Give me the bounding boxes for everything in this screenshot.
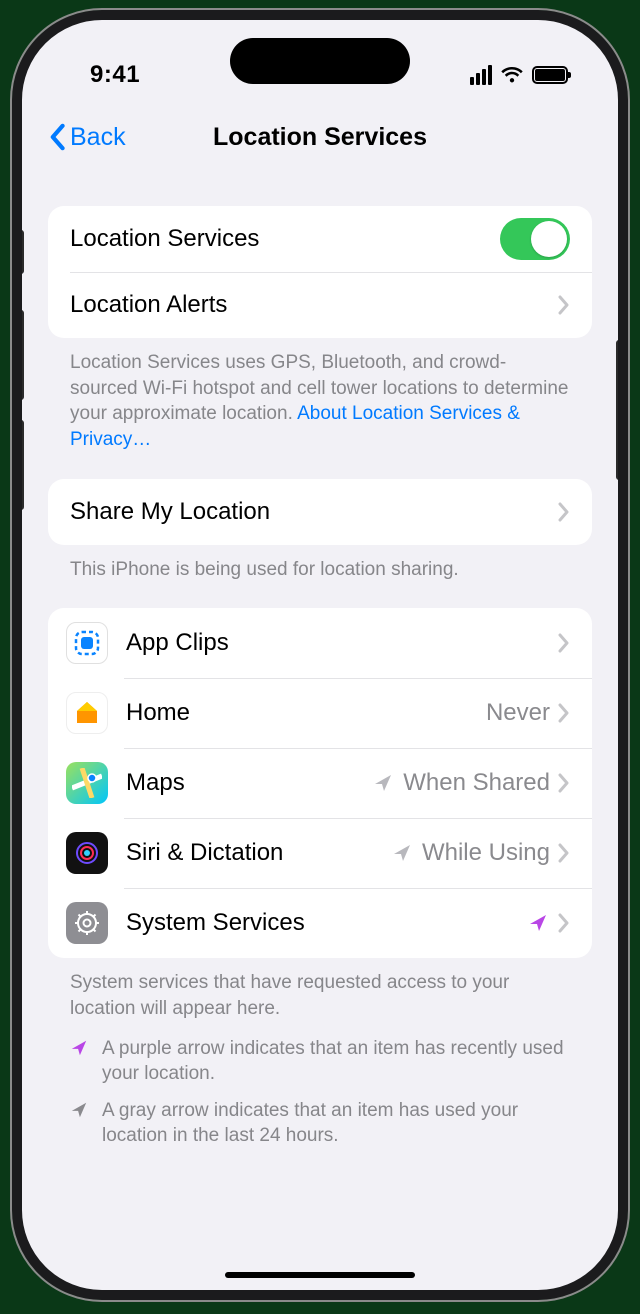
status-time: 9:41 [90, 61, 140, 89]
location-arrow-purple-icon [528, 913, 548, 933]
wifi-icon [500, 65, 524, 85]
app-value: Never [486, 699, 550, 727]
app-name: App Clips [126, 629, 558, 657]
location-arrow-gray-icon [373, 773, 393, 793]
nav-bar: Back Location Services [48, 102, 592, 172]
row-label: Share My Location [70, 498, 558, 526]
status-indicators [470, 65, 568, 85]
legend-purple: A purple arrow indicates that an item ha… [48, 1031, 592, 1092]
siri-icon [66, 832, 108, 874]
home-indicator[interactable] [225, 1272, 415, 1278]
row-app-clips[interactable]: App Clips [48, 608, 592, 678]
row-siri[interactable]: Siri & Dictation While Using [48, 818, 592, 888]
cellular-icon [470, 65, 492, 85]
legend-gray: A gray arrow indicates that an item has … [48, 1093, 592, 1154]
row-location-alerts[interactable]: Location Alerts [48, 272, 592, 338]
chevron-right-icon [558, 295, 570, 315]
page-title: Location Services [48, 123, 592, 152]
row-maps[interactable]: Maps When Shared [48, 748, 592, 818]
app-clips-icon [66, 622, 108, 664]
row-share-my-location[interactable]: Share My Location [48, 479, 592, 545]
gear-icon [66, 902, 108, 944]
iphone-frame: 9:41 Back Location Services Location Ser… [12, 10, 628, 1300]
legend-text: A purple arrow indicates that an item ha… [102, 1037, 570, 1086]
location-arrow-gray-icon [70, 1099, 88, 1148]
group-share-location: Share My Location [48, 479, 592, 545]
app-name: System Services [126, 909, 528, 937]
chevron-right-icon [558, 843, 570, 863]
row-location-services[interactable]: Location Services [48, 206, 592, 272]
apps-footer: System services that have requested acce… [48, 958, 592, 1021]
home-icon [66, 692, 108, 734]
chevron-right-icon [558, 633, 570, 653]
app-value: While Using [422, 839, 550, 867]
dynamic-island [230, 38, 410, 84]
group-apps: App Clips Home Never Maps When Shared [48, 608, 592, 958]
location-services-description: Location Services uses GPS, Bluetooth, a… [48, 338, 592, 453]
chevron-right-icon [558, 773, 570, 793]
chevron-right-icon [558, 913, 570, 933]
row-home[interactable]: Home Never [48, 678, 592, 748]
maps-icon [66, 762, 108, 804]
chevron-right-icon [558, 703, 570, 723]
group-location-services: Location Services Location Alerts [48, 206, 592, 338]
location-arrow-purple-icon [70, 1037, 88, 1086]
location-arrow-gray-icon [392, 843, 412, 863]
legend-text: A gray arrow indicates that an item has … [102, 1099, 570, 1148]
app-value: When Shared [403, 769, 550, 797]
app-name: Maps [126, 769, 373, 797]
share-location-footer: This iPhone is being used for location s… [48, 545, 592, 583]
row-label: Location Alerts [70, 291, 558, 319]
app-name: Siri & Dictation [126, 839, 392, 867]
row-label: Location Services [70, 225, 500, 253]
app-name: Home [126, 699, 486, 727]
chevron-right-icon [558, 502, 570, 522]
location-services-toggle[interactable] [500, 218, 570, 260]
row-system-services[interactable]: System Services [48, 888, 592, 958]
battery-icon [532, 66, 568, 84]
